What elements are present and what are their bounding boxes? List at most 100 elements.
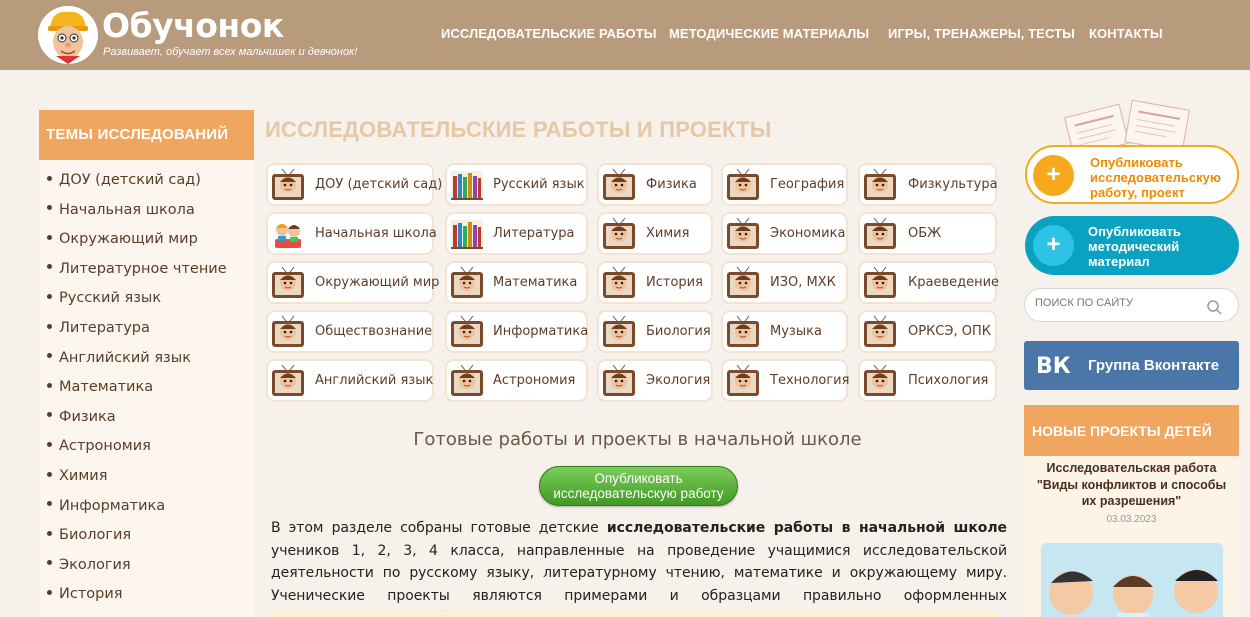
subject-label: Обществознание xyxy=(315,324,433,339)
subject-label: ИЗО, МХК xyxy=(770,275,836,290)
research-topics-sidebar: ТЕМЫ ИССЛЕДОВАНИЙ ДОУ (детский сад) Начал… xyxy=(39,110,254,617)
subject-tile[interactable]: Английский язык xyxy=(266,359,434,402)
subject-tile[interactable]: Обществознание xyxy=(266,310,434,353)
nav-games-tests[interactable]: ИГРЫ, ТРЕНАЖЕРЫ, ТЕСТЫ xyxy=(888,26,1075,41)
nav-method-materials[interactable]: МЕТОДИЧЕСКИЕ МАТЕРИАЛЫ xyxy=(669,26,869,41)
search-input[interactable] xyxy=(1035,297,1200,309)
subject-tile[interactable]: Математика xyxy=(445,261,588,304)
site-header: Обучонок Развивает, обучает всех мальчиш… xyxy=(0,0,1250,70)
subject-tile[interactable]: География xyxy=(721,163,848,206)
sidebar-item[interactable]: Экология xyxy=(47,557,131,573)
nav-contacts[interactable]: КОНТАКТЫ xyxy=(1089,26,1163,41)
subject-label: География xyxy=(770,177,845,192)
subject-label: Английский язык xyxy=(315,373,434,388)
subject-tile[interactable]: Окружающий мир xyxy=(266,261,439,304)
vk-group-button[interactable]: ВК Группа Вконтакте xyxy=(1024,341,1239,390)
subject-label: Окружающий мир xyxy=(315,275,440,290)
sidebar-title: ТЕМЫ ИССЛЕДОВАНИЙ xyxy=(39,110,254,160)
new-project-illustration[interactable] xyxy=(1041,543,1223,617)
new-project-link[interactable]: Исследовательская работа "Виды конфликто… xyxy=(1024,460,1239,510)
bullet-icon xyxy=(47,530,52,536)
subject-tile[interactable]: Информатика xyxy=(445,310,588,353)
sidebar-item[interactable]: ДОУ (детский сад) xyxy=(47,172,201,188)
subject-tile[interactable]: Биология xyxy=(597,310,713,353)
subject-tile[interactable]: Экология xyxy=(597,359,713,402)
section-title: Готовые работы и проекты в начальной шко… xyxy=(413,429,862,450)
subject-tile[interactable]: ДОУ (детский сад) xyxy=(266,163,442,206)
subject-tile[interactable]: Музыка xyxy=(721,310,848,353)
sidebar-item[interactable]: Математика xyxy=(47,379,153,395)
sidebar-item[interactable]: Литература xyxy=(47,320,150,336)
logo-mascot-icon[interactable] xyxy=(38,6,98,64)
subject-label: Физика xyxy=(646,177,697,192)
site-slogan: Развивает, обучает всех мальчишек и девч… xyxy=(103,46,358,58)
subject-label: Физкультура xyxy=(908,177,998,192)
bullet-icon xyxy=(47,175,52,181)
subject-tile[interactable]: История xyxy=(597,261,713,304)
subject-tile[interactable]: ИЗО, МХК xyxy=(721,261,848,304)
plus-icon: + xyxy=(1033,155,1074,196)
subject-tile[interactable]: Физика xyxy=(597,163,713,206)
site-logo-title[interactable]: Обучонок xyxy=(102,6,284,45)
sidebar-item[interactable]: Информатика xyxy=(47,498,165,514)
sidebar-item[interactable]: История xyxy=(47,586,123,602)
subject-tile[interactable]: Астрономия xyxy=(445,359,588,402)
subject-label: Экология xyxy=(646,373,711,388)
sidebar-item[interactable]: Литературное чтение xyxy=(47,261,227,277)
publish-research-project-button[interactable]: + Опубликовать исследовательскую работу,… xyxy=(1025,145,1239,204)
subject-label: Психология xyxy=(908,373,989,388)
subject-tile[interactable]: Экономика xyxy=(721,212,848,255)
subject-tile[interactable]: Краеведение xyxy=(858,261,1000,304)
sidebar-item[interactable]: Английский язык xyxy=(47,350,191,366)
subject-label: Экономика xyxy=(770,226,846,241)
subject-tile[interactable]: Начальная школа xyxy=(266,212,437,255)
intro-paragraph: В этом разделе собраны готовые детские и… xyxy=(271,520,1007,617)
subject-label: Русский язык xyxy=(493,177,585,192)
subject-label: Литература xyxy=(493,226,575,241)
subject-label: Химия xyxy=(646,226,690,241)
subject-label: ОРКСЭ, ОПК xyxy=(908,324,991,339)
page-title: ИССЛЕДОВАТЕЛЬСКИЕ РАБОТЫ И ПРОЕКТЫ xyxy=(265,117,772,142)
sidebar-item[interactable]: Окружающий мир xyxy=(47,231,198,247)
subject-label: ОБЖ xyxy=(908,226,942,241)
content-block-edge xyxy=(271,611,998,617)
new-projects-title: НОВЫЕ ПРОЕКТЫ ДЕТЕЙ xyxy=(1024,405,1239,456)
publish-research-button[interactable]: Опубликовать исследовательскую работу xyxy=(539,466,738,506)
sidebar-item[interactable]: Русский язык xyxy=(47,290,161,306)
bullet-icon xyxy=(47,589,52,595)
subject-label: Биология xyxy=(646,324,711,339)
plus-icon: + xyxy=(1033,225,1074,266)
subject-tile[interactable]: ОРКСЭ, ОПК xyxy=(858,310,997,353)
subject-label: История xyxy=(646,275,703,290)
subject-label: Начальная школа xyxy=(315,226,437,241)
sidebar-item[interactable]: Астрономия xyxy=(47,438,151,454)
publish-method-material-button[interactable]: + Опубликовать методический материал xyxy=(1025,216,1239,275)
sidebar-item[interactable]: Начальная школа xyxy=(47,202,195,218)
sidebar-item[interactable]: Химия xyxy=(47,468,107,484)
search-icon[interactable] xyxy=(1207,300,1222,315)
vk-group-label: Группа Вконтакте xyxy=(1088,357,1220,374)
bullet-icon xyxy=(47,501,52,507)
bullet-icon xyxy=(47,234,52,240)
new-project-date: 03.03.2023 xyxy=(1106,514,1157,525)
sidebar-item[interactable]: Биология xyxy=(47,527,131,543)
bullet-icon xyxy=(47,560,52,566)
sidebar-item[interactable]: Физика xyxy=(47,409,116,425)
subject-label: Информатика xyxy=(493,324,589,339)
subject-tile[interactable]: Физкультура xyxy=(858,163,998,206)
bullet-icon xyxy=(47,441,52,447)
nav-research-works[interactable]: ИССЛЕДОВАТЕЛЬСКИЕ РАБОТЫ xyxy=(441,26,657,41)
site-search xyxy=(1024,288,1239,322)
subject-tile[interactable]: Русский язык xyxy=(445,163,588,206)
subject-tile[interactable]: Литература xyxy=(445,212,588,255)
subject-tile[interactable]: ОБЖ xyxy=(858,212,997,255)
subject-label: Краеведение xyxy=(908,275,1000,290)
bullet-icon xyxy=(47,323,52,329)
subject-tile[interactable]: Технология xyxy=(721,359,849,402)
subject-tile[interactable]: Психология xyxy=(858,359,997,402)
subject-tile[interactable]: Химия xyxy=(597,212,713,255)
bullet-icon xyxy=(47,293,52,299)
bullet-icon xyxy=(47,471,52,477)
bullet-icon xyxy=(47,412,52,418)
certificate-icon xyxy=(1062,97,1192,158)
